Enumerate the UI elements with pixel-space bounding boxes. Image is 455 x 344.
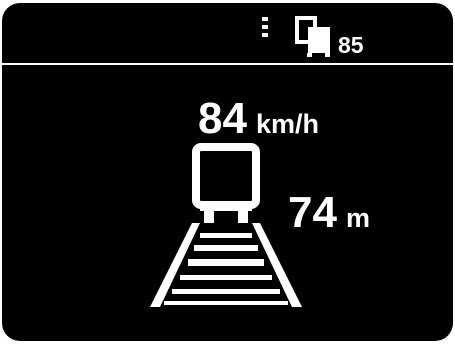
status-bar: 85: [2, 3, 453, 63]
distance-unit: m: [345, 203, 370, 233]
speed-unit: km/h: [255, 109, 319, 139]
train-front-icon: [192, 143, 260, 223]
speed-readout: 84 km/h: [198, 97, 319, 141]
linked-vehicles-icon: [295, 16, 330, 57]
header-divider: [2, 63, 453, 65]
speed-value: 84: [198, 94, 247, 143]
distance-value: 74: [288, 188, 337, 237]
vehicle-count: 85: [338, 32, 364, 58]
menu-dots-icon[interactable]: [262, 17, 268, 39]
display-screen: 85 84 km/h 74 m: [2, 3, 453, 341]
railway-track-icon: [150, 223, 302, 307]
distance-readout: 74 m: [288, 191, 370, 235]
